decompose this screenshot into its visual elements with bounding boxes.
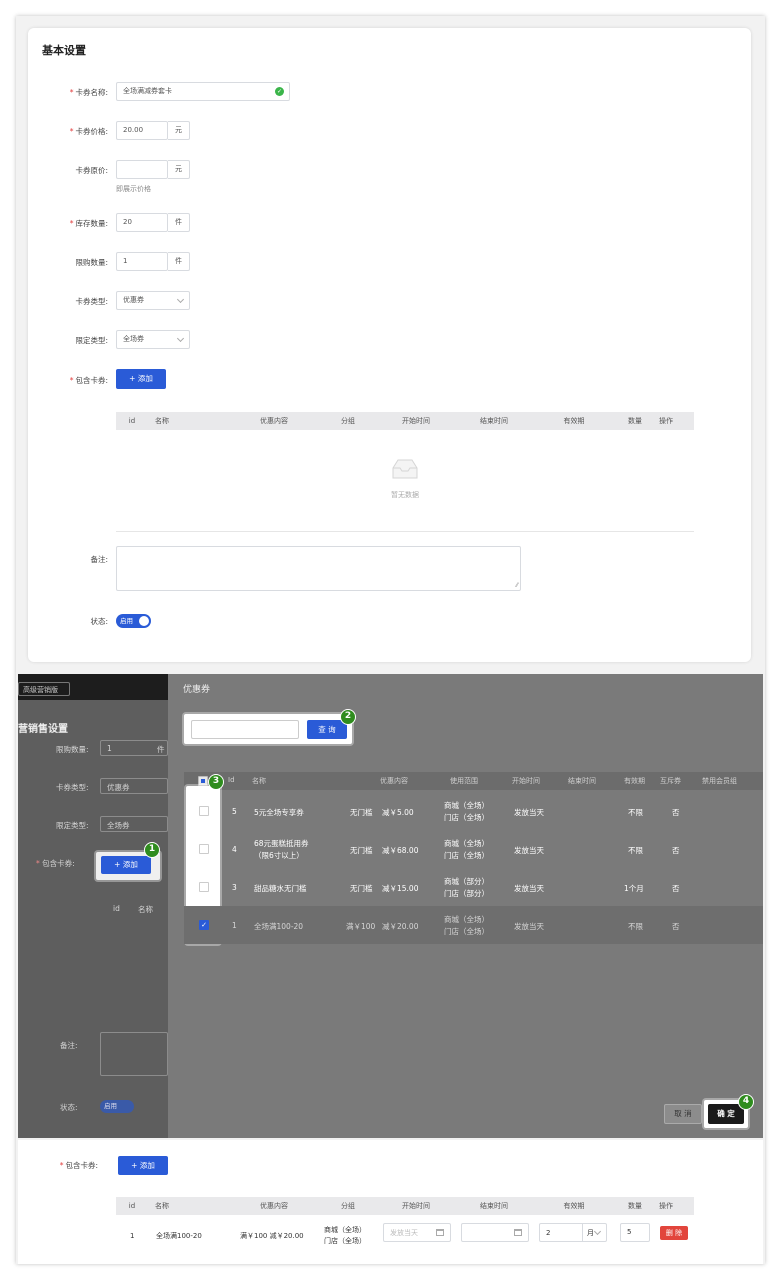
price-label: * 卡券价格: bbox=[69, 127, 108, 136]
bg-limit-input: 1件 bbox=[100, 740, 168, 756]
remark-textarea[interactable]: ⁄⁄ bbox=[116, 546, 521, 591]
col-group: 分组 bbox=[341, 417, 355, 425]
orig-price-label: 卡券原价: bbox=[75, 166, 108, 175]
result-add-button[interactable]: + 添加 bbox=[118, 1156, 168, 1175]
row-checkbox[interactable] bbox=[199, 806, 209, 816]
basic-settings-panel: 基本设置 * 卡券名称: 全场满减券套卡 ✓ * 卡券价格: 20.00 元 卡券原… bbox=[28, 28, 751, 662]
coupon-modal-overlay: 高级营销版 营销售设置 限购数量: 1件 卡券类型: 优惠券 限定类型: 全场券… bbox=[18, 674, 763, 1138]
bg-type-label: 卡券类型: bbox=[56, 783, 89, 792]
col-quantity: 数量 bbox=[628, 417, 642, 425]
remark-label: 备注: bbox=[90, 555, 108, 564]
chevron-down-icon bbox=[176, 334, 185, 343]
select-all-checkbox[interactable] bbox=[198, 776, 208, 786]
col-content: 优惠内容 bbox=[260, 417, 288, 425]
validity-unit-select[interactable]: 月 bbox=[582, 1224, 594, 1242]
col-validity: 有效期 bbox=[563, 417, 585, 425]
resize-handle-icon: ⁄⁄ bbox=[515, 582, 518, 589]
coupon-row-1[interactable]: ✓ 1 全场满100-20 满￥100 减￥20.00 商城（全场） 门店（全场… bbox=[184, 906, 763, 944]
calendar-icon bbox=[436, 1229, 444, 1236]
end-date-picker[interactable] bbox=[461, 1223, 529, 1242]
step-badge-3: 3 bbox=[208, 774, 224, 790]
col-id: id bbox=[128, 417, 136, 425]
orig-price-hint: 即展示价格 bbox=[116, 185, 151, 193]
empty-text: 暂无数据 bbox=[391, 491, 419, 499]
include-cards-label: * 包含卡券: bbox=[69, 376, 108, 385]
toggle-knob bbox=[139, 616, 149, 626]
row-checkbox[interactable] bbox=[199, 882, 209, 892]
bg-status-toggle: 启用 bbox=[100, 1100, 134, 1113]
name-label: * 卡券名称: bbox=[69, 88, 108, 97]
bg-scope-select: 全场券 bbox=[100, 816, 168, 832]
step-badge-2: 2 bbox=[340, 709, 356, 725]
start-date-picker[interactable]: 发放当天 bbox=[383, 1223, 451, 1242]
delete-button[interactable]: 删 除 bbox=[660, 1226, 688, 1240]
cards-table-header: id 名称 优惠内容 分组 开始时间 结束时间 有效期 数量 操作 bbox=[116, 412, 694, 430]
confirm-button[interactable]: 确 定 bbox=[708, 1104, 744, 1124]
bg-col-name: 名称 bbox=[138, 905, 153, 914]
modal-title: 优惠券 bbox=[183, 685, 211, 695]
stock-input[interactable]: 20 bbox=[116, 213, 168, 232]
result-table-row: 1 全场满100-20 满￥100 减￥20.00 商城（全场） 门店（全场） … bbox=[116, 1216, 694, 1250]
price-unit: 元 bbox=[168, 121, 190, 140]
result-panel: * 包含卡券: + 添加 id 名称 优惠内容 分组 开始时间 结束时间 有效期 … bbox=[18, 1140, 763, 1264]
bg-col-id: id bbox=[113, 904, 120, 913]
bg-limit-label: 限购数量: bbox=[56, 745, 89, 754]
coupon-row-5[interactable]: 5 5元全场专享券 无门槛 减￥5.00 商城（全场） 门店（全场） 发放当天 … bbox=[184, 792, 763, 830]
add-card-button[interactable]: + 添加 bbox=[116, 369, 166, 389]
cancel-button[interactable]: 取 消 bbox=[664, 1104, 702, 1124]
row-checkbox[interactable] bbox=[199, 844, 209, 854]
status-label: 状态: bbox=[90, 617, 108, 626]
coupon-row-4[interactable]: 4 68元蛋糕抵用券 （限6寸以上） 无门槛 减￥68.00 商城（全场） 门店… bbox=[184, 830, 763, 868]
result-include-label: * 包含卡券: bbox=[59, 1161, 98, 1170]
col-end: 结束时间 bbox=[480, 417, 508, 425]
quantity-input[interactable]: 5 bbox=[620, 1223, 650, 1242]
bg-remark-label: 备注: bbox=[60, 1041, 78, 1050]
search-button[interactable]: 查 询 bbox=[307, 720, 347, 739]
limit-label: 限购数量: bbox=[75, 258, 108, 267]
step-badge-4: 4 bbox=[738, 1094, 754, 1110]
chevron-down-icon bbox=[176, 295, 185, 304]
col-start: 开始时间 bbox=[402, 417, 430, 425]
col-action: 操作 bbox=[659, 417, 673, 425]
bg-title: 营销售设置 bbox=[18, 724, 68, 735]
coupon-row-3[interactable]: 3 甜品糖水无门槛 无门槛 减￥15.00 商城（部分） 门店（部分） 发放当天… bbox=[184, 868, 763, 906]
limit-unit: 件 bbox=[168, 252, 190, 271]
valid-check-icon: ✓ bbox=[275, 87, 284, 96]
bg-scope-label: 限定类型: bbox=[56, 821, 89, 830]
step-badge-1: 1 bbox=[144, 842, 160, 858]
screenshot-frame: 基本设置 * 卡券名称: 全场满减券套卡 ✓ * 卡券价格: 20.00 元 卡券原… bbox=[16, 16, 765, 1264]
bg-top-button: 高级营销版 bbox=[18, 682, 70, 696]
stock-unit: 件 bbox=[168, 213, 190, 232]
bg-status-label: 状态: bbox=[60, 1103, 78, 1112]
table-divider bbox=[116, 531, 694, 532]
stock-label: * 库存数量: bbox=[69, 219, 108, 228]
card-type-select[interactable]: 优惠券 bbox=[116, 291, 190, 310]
limit-input[interactable]: 1 bbox=[116, 252, 168, 271]
col-name: 名称 bbox=[155, 417, 169, 425]
section-title: 基本设置 bbox=[42, 44, 86, 57]
orig-price-unit: 元 bbox=[168, 160, 190, 179]
row-checkbox-checked[interactable]: ✓ bbox=[199, 920, 209, 930]
validity-input[interactable]: 2月 bbox=[539, 1223, 607, 1242]
empty-inbox-icon bbox=[390, 458, 420, 480]
status-toggle[interactable]: 启用 bbox=[116, 614, 151, 628]
card-type-label: 卡券类型: bbox=[75, 297, 108, 306]
scope-type-select[interactable]: 全场券 bbox=[116, 330, 190, 349]
chevron-down-icon bbox=[593, 1227, 602, 1236]
bg-add-button[interactable]: + 添加 bbox=[101, 856, 151, 874]
result-table-header: id 名称 优惠内容 分组 开始时间 结束时间 有效期 数量 操作 bbox=[116, 1197, 694, 1215]
bg-type-select: 优惠券 bbox=[100, 778, 168, 794]
bg-remark bbox=[100, 1032, 168, 1076]
modal-table-header: Id 名称 优惠内容 使用范围 开始时间 结束时间 有效期 互斥券 禁用会员组 bbox=[184, 772, 763, 790]
card-name-input[interactable]: 全场满减券套卡 ✓ bbox=[116, 82, 290, 101]
price-input[interactable]: 20.00 bbox=[116, 121, 168, 140]
orig-price-input[interactable] bbox=[116, 160, 168, 179]
calendar-icon bbox=[514, 1229, 522, 1236]
scope-type-label: 限定类型: bbox=[75, 336, 108, 345]
coupon-search-input[interactable] bbox=[191, 720, 299, 739]
bg-include-label: * 包含卡券: bbox=[36, 859, 75, 868]
